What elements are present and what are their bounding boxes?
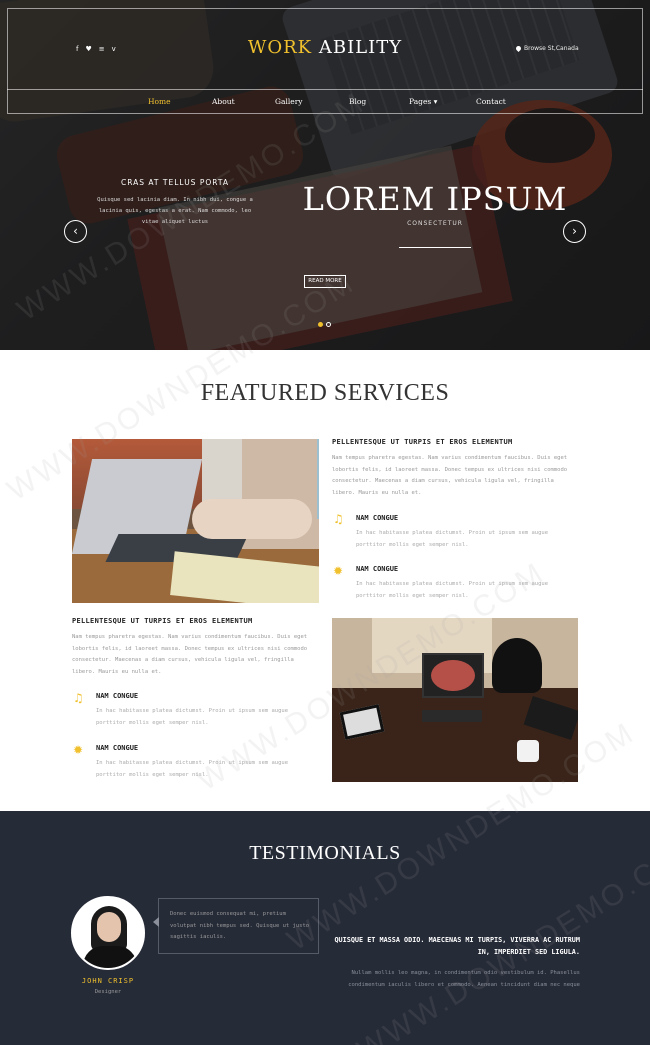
logo-part-2: ABILITY <box>318 37 403 58</box>
main-nav: Home About Gallery Blog Pages ▾ Contact <box>0 97 650 109</box>
service-item-text: In hac habitasse platea dictumst. Proin … <box>356 581 549 599</box>
slide-headline: LOREM IPSUM <box>302 180 568 218</box>
star-icon: ✹ <box>333 564 344 578</box>
featured-image-desk <box>332 618 578 782</box>
nav-about[interactable]: About <box>212 97 235 106</box>
slider-dot-2[interactable] <box>326 322 331 327</box>
chevron-down-icon: ▾ <box>433 97 438 106</box>
slider-prev-icon[interactable]: ‹ <box>64 220 87 243</box>
slider-dots <box>318 322 331 327</box>
hero-slider: f ♥ ≡ v WORK ABILITY Browse St,Canada Ho… <box>0 0 650 350</box>
slider-next-icon[interactable]: › <box>563 220 586 243</box>
read-more-button[interactable]: READ MORE <box>304 275 346 288</box>
slider-dot-1[interactable] <box>318 322 323 327</box>
testimonial-heading: QUISQUE ET MASSA ODIO. MAECENAS MI TURPI… <box>334 936 580 956</box>
bell-icon: ♫ <box>73 691 84 705</box>
testimonials-title: TESTIMONIALS <box>249 842 401 864</box>
service-paragraph-1: Nam tempus pharetra egestas. Nam varius … <box>332 455 568 496</box>
testimonial-person-role: Designer <box>94 989 122 995</box>
nav-blog[interactable]: Blog <box>349 97 366 106</box>
caption-text: Quisque sed lacinia diam. In nibh dui, c… <box>97 197 253 225</box>
nav-pages-label: Pages <box>409 97 432 106</box>
service-item-text: In hac habitasse platea dictumst. Proin … <box>96 708 289 726</box>
testimonial-quote-box: Donec euismod consequat mi, pretium volu… <box>153 898 319 954</box>
nav-gallery[interactable]: Gallery <box>275 97 303 106</box>
logo-part-1: WORK <box>247 37 313 58</box>
slide-subheadline: CONSECTETUR <box>407 220 463 227</box>
service-item-text: In hac habitasse platea dictumst. Proin … <box>356 530 549 548</box>
star-icon: ✹ <box>73 743 84 757</box>
nav-home[interactable]: Home <box>148 97 171 106</box>
header-address: Browse St,Canada <box>514 44 579 53</box>
featured-image-laptop <box>72 439 319 603</box>
service-item-text: In hac habitasse platea dictumst. Proin … <box>96 760 289 778</box>
address-text: Browse St,Canada <box>524 45 579 52</box>
caption-title: CRAS AT TELLUS PORTA <box>120 178 230 187</box>
bell-icon: ♫ <box>333 512 344 526</box>
service-heading-2: PELLENTESQUE UT TURPIS ET EROS ELEMENTUM <box>72 617 253 625</box>
featured-title: FEATURED SERVICES <box>200 380 450 406</box>
quote-pointer <box>153 917 159 927</box>
service-item-title: NAM CONGUE <box>96 692 139 700</box>
service-item-title: NAM CONGUE <box>356 514 399 522</box>
service-heading-1: PELLENTESQUE UT TURPIS ET EROS ELEMENTUM <box>332 438 513 446</box>
testimonial-person-name: JOHN CRISP <box>81 977 135 985</box>
testimonial-quote: Donec euismod consequat mi, pretium volu… <box>170 911 310 940</box>
service-paragraph-2: Nam tempus pharetra egestas. Nam varius … <box>72 634 308 675</box>
map-pin-icon <box>514 44 523 53</box>
slide-headline-block: LOREM IPSUM CONSECTETUR <box>300 180 570 248</box>
slide-caption: CRAS AT TELLUS PORTA Quisque sed lacinia… <box>90 178 260 228</box>
avatar <box>71 896 145 970</box>
testimonial-paragraph: Nullam mollis leo magna, in condimentum … <box>348 970 580 988</box>
nav-pages[interactable]: Pages ▾ <box>409 97 437 106</box>
service-item-title: NAM CONGUE <box>356 565 399 573</box>
nav-contact[interactable]: Contact <box>476 97 506 106</box>
headline-rule <box>399 247 471 248</box>
service-item-title: NAM CONGUE <box>96 744 139 752</box>
header-divider <box>7 89 643 90</box>
